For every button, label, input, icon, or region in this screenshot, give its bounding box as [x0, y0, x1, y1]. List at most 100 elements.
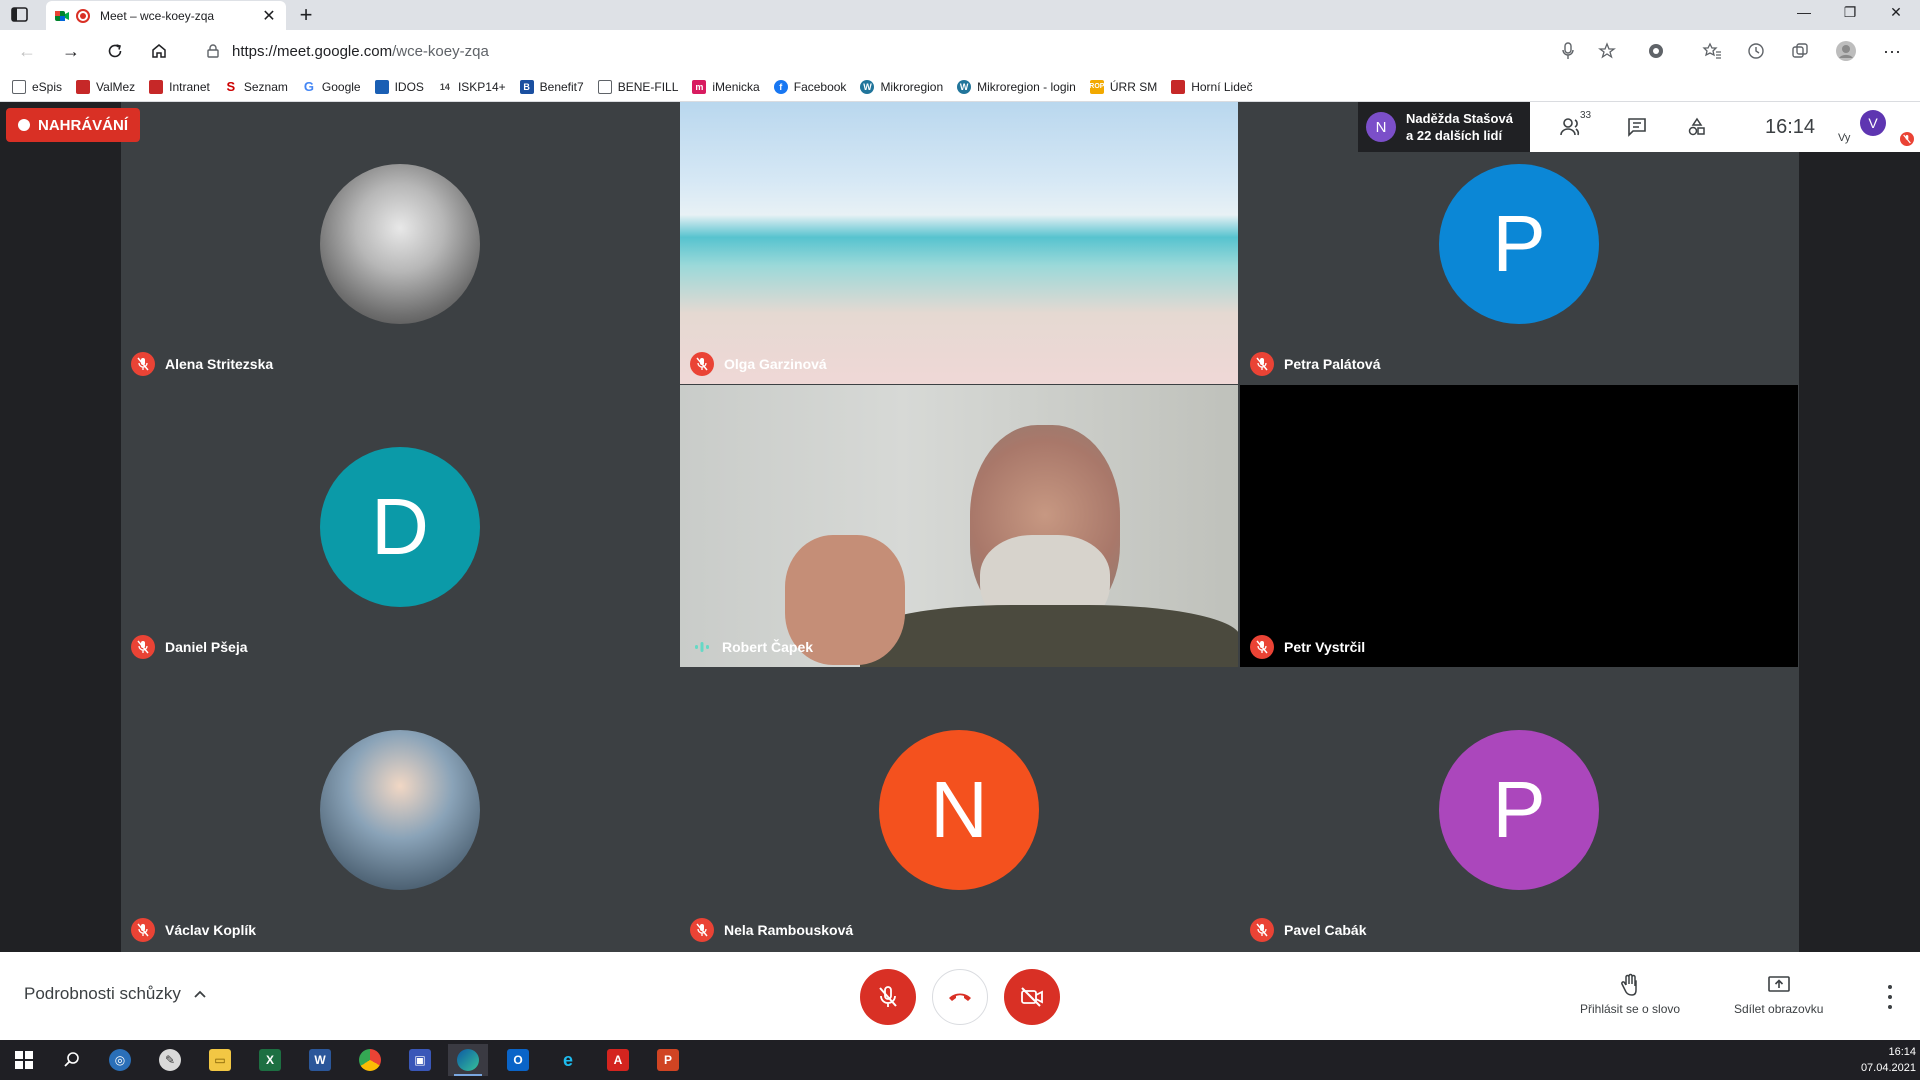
bookmark-item[interactable]: Horní Lideč [1171, 79, 1253, 94]
speaking-indicator-icon [690, 635, 714, 659]
url-host: https://meet.google.com [232, 42, 393, 60]
camera-toggle-button[interactable] [1004, 969, 1060, 1025]
self-avatar-button[interactable]: V [1858, 110, 1888, 136]
bookmark-label: Seznam [243, 79, 288, 94]
file-explorer-icon[interactable]: ▭ [200, 1044, 240, 1076]
people-button[interactable]: 33 [1550, 110, 1594, 140]
extension-icon[interactable] [1644, 40, 1668, 62]
bookmark-item[interactable]: W Mikroregion - login [957, 79, 1076, 94]
present-screen-icon [1767, 972, 1791, 998]
internet-explorer-icon[interactable]: e [548, 1044, 588, 1076]
excel-icon[interactable]: X [250, 1044, 290, 1076]
tab-title: Meet – wce-koey-zqa [100, 8, 215, 23]
word-icon[interactable]: W [300, 1044, 340, 1076]
microphone-toggle-button[interactable] [860, 969, 916, 1025]
participant-photo [320, 164, 480, 324]
collections-icon[interactable] [1788, 40, 1812, 62]
back-icon[interactable]: ← [12, 38, 42, 64]
bookmark-item[interactable]: Intranet [149, 79, 210, 94]
bookmark-item[interactable]: G Google [302, 79, 361, 94]
taskbar-app-icon[interactable]: ✎ [150, 1044, 190, 1076]
bookmark-item[interactable]: BENE-FILL [597, 79, 678, 94]
join-notification[interactable]: N Naděžda Stašová a 22 dalších lidí [1358, 102, 1530, 152]
participant-tile[interactable]: D Daniel Pšeja [121, 385, 679, 667]
present-screen-label: Sdílet obrazovku [1734, 1002, 1824, 1016]
joiner-text: Naděžda Stašová a 22 dalších lidí [1406, 110, 1513, 144]
outlook-icon[interactable]: O [498, 1044, 538, 1076]
urr-icon: ROP [1089, 79, 1104, 94]
participant-tile[interactable]: Alena Stritezska [121, 102, 679, 384]
bookmark-item[interactable]: W Mikroregion [860, 79, 944, 94]
search-icon[interactable] [52, 1044, 92, 1076]
participant-label: Robert Čapek [690, 635, 813, 659]
participant-name: Pavel Cabák [1284, 922, 1367, 938]
close-window-icon[interactable]: ✕ [1876, 4, 1916, 21]
raise-hand-label: Přihlásit se o slovo [1580, 1002, 1681, 1016]
joiner-avatar: N [1366, 112, 1396, 142]
facebook-icon: f [773, 79, 788, 94]
reload-icon[interactable] [100, 38, 130, 64]
bookmark-item[interactable]: IDOS [374, 79, 424, 94]
forward-icon[interactable]: → [56, 38, 86, 64]
new-tab-icon[interactable]: + [294, 2, 318, 28]
home-icon[interactable] [144, 38, 174, 64]
add-favorite-icon[interactable] [1596, 40, 1620, 62]
bookmark-label: Mikroregion [880, 79, 944, 94]
recording-badge[interactable]: NAHRÁVÁNÍ [6, 108, 140, 142]
bookmark-item[interactable]: ValMez [76, 79, 135, 94]
hand-icon [1620, 972, 1640, 998]
participant-tile[interactable]: Václav Koplík [121, 668, 679, 950]
taskbar-time: 16:14 [1888, 1046, 1916, 1058]
save-disk-icon[interactable]: ▣ [400, 1044, 440, 1076]
bookmark-item[interactable]: ROP ÚRR SM [1089, 79, 1157, 94]
windows-taskbar: ◎ ✎ ▭ X W ▣ O e A P 16:14 07.04.2021 [0, 1040, 1920, 1080]
close-tab-icon[interactable]: ✕ [260, 6, 278, 26]
restore-icon[interactable]: ❐ [1830, 4, 1870, 21]
self-mic-off-icon [1900, 132, 1914, 146]
chat-icon[interactable] [1622, 114, 1652, 140]
participant-tile[interactable]: Olga Garzinová [680, 102, 1238, 384]
bookmark-label: Intranet [169, 79, 210, 94]
tab-actions-icon[interactable] [10, 6, 30, 24]
meeting-details-button[interactable]: Podrobnosti schůzky [24, 984, 207, 1004]
system-clock[interactable]: 16:14 07.04.2021 [1846, 1044, 1916, 1076]
participant-tile[interactable]: N Nela Rambousková [680, 668, 1238, 950]
meeting-details-label: Podrobnosti schůzky [24, 984, 181, 1003]
minimize-icon[interactable]: — [1784, 4, 1824, 20]
browser-toolbar: ← → https://meet.google.com/wce-koey-zqa… [0, 30, 1920, 72]
mic-off-icon [131, 635, 155, 659]
leave-call-button[interactable] [932, 969, 988, 1025]
raise-hand-button[interactable]: Přihlásit se o slovo [1580, 972, 1680, 1016]
powerpoint-icon[interactable]: P [648, 1044, 688, 1076]
profile-icon[interactable] [1834, 40, 1858, 62]
bookmark-item[interactable]: 14 ISKP14+ [438, 80, 506, 94]
more-options-icon[interactable] [1880, 982, 1900, 1012]
participant-name: Robert Čapek [722, 639, 814, 655]
start-button[interactable] [4, 1044, 44, 1076]
history-icon[interactable] [1744, 40, 1768, 62]
favorites-icon[interactable] [1700, 40, 1724, 62]
lock-icon[interactable] [204, 44, 222, 58]
chrome-icon[interactable] [350, 1044, 390, 1076]
taskbar-app-icon[interactable]: ◎ [100, 1044, 140, 1076]
address-bar[interactable]: https://meet.google.com/wce-koey-zqa [188, 35, 1598, 67]
mic-off-icon [690, 918, 714, 942]
participant-tile[interactable]: P Pavel Cabák [1240, 668, 1798, 950]
bookmark-item[interactable]: S Seznam [224, 79, 288, 94]
microphone-permission-icon[interactable] [1556, 40, 1580, 62]
bookmark-label: Facebook [793, 79, 847, 94]
video-feed [860, 605, 1238, 667]
shield-icon [149, 79, 164, 94]
settings-more-icon[interactable]: ··· [1880, 40, 1904, 62]
bookmark-item[interactable]: f Facebook [773, 79, 847, 94]
active-tab[interactable]: Meet – wce-koey-zqa ✕ [46, 1, 286, 30]
bookmark-item[interactable]: m iMenicka [692, 79, 760, 94]
participant-tile[interactable]: Petr Vystrčil [1240, 385, 1798, 667]
activities-icon[interactable] [1682, 114, 1712, 140]
edge-icon[interactable] [448, 1044, 488, 1076]
present-screen-button[interactable]: Sdílet obrazovku [1734, 972, 1823, 1016]
bookmark-item[interactable]: eSpis [12, 79, 62, 94]
bookmark-item[interactable]: B Benefit7 [519, 79, 584, 94]
participant-tile[interactable]: Robert Čapek [680, 385, 1238, 667]
acrobat-icon[interactable]: A [598, 1044, 638, 1076]
